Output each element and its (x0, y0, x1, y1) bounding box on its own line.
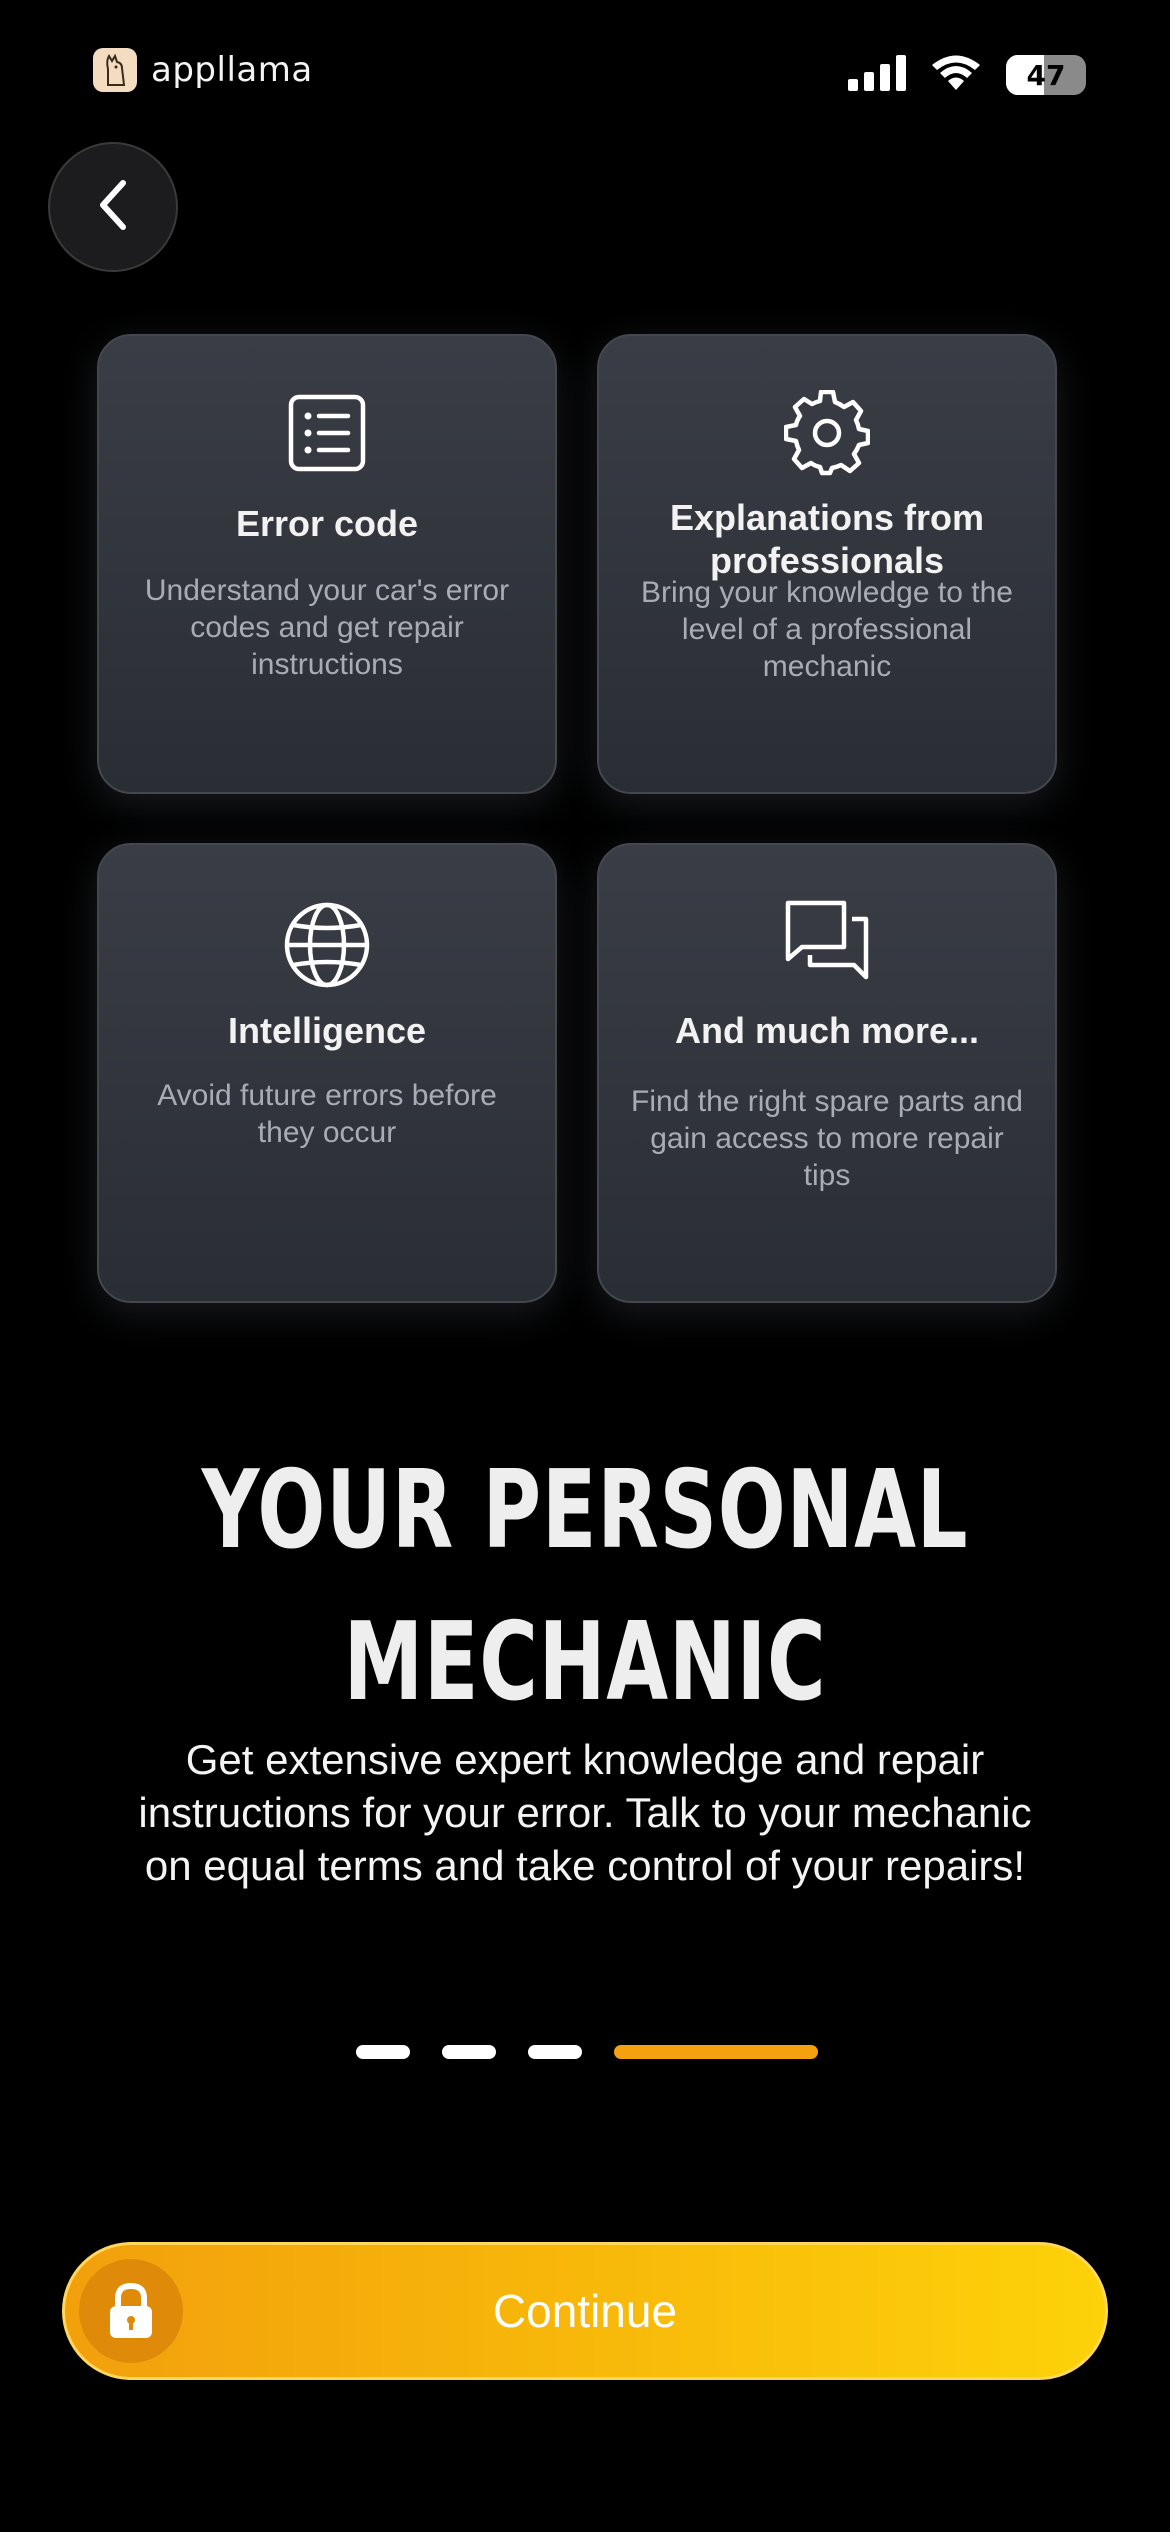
llama-logo-icon (93, 48, 137, 92)
feature-card-error-code: Error code Understand your car's error c… (97, 334, 557, 794)
globe-icon (99, 901, 555, 988)
battery-level: 47 (1026, 58, 1066, 92)
lock-icon (79, 2259, 183, 2363)
feature-card-intelligence: Intelligence Avoid future errors before … (97, 843, 557, 1303)
continue-button[interactable]: Continue (62, 2242, 1108, 2380)
page-subtitle: Get extensive expert knowledge and repai… (138, 1736, 1032, 1889)
feature-title: Explanations from professionals (669, 497, 985, 581)
page-dot (442, 2045, 496, 2059)
continue-button-label: Continue (492, 2285, 678, 2337)
chevron-left-icon (93, 177, 133, 238)
feature-title: And much more... (674, 1010, 980, 1051)
page-dot (528, 2045, 582, 2059)
feature-title: Error code (235, 503, 419, 544)
page-title: YOUR PERSONAL MECHANIC (152, 1435, 1018, 1739)
chat-icon (599, 899, 1055, 985)
back-button[interactable] (48, 142, 178, 272)
feature-description: Find the right spare parts and gain acce… (631, 1085, 1023, 1192)
page-title-line-2: MECHANIC (343, 1600, 827, 1725)
brand: appllama (93, 46, 313, 94)
brand-name: appllama (151, 50, 313, 90)
page-dot (356, 2045, 410, 2059)
signal-icon (848, 54, 906, 96)
feature-card-more: And much more... Find the right spare pa… (597, 843, 1057, 1303)
feature-description: Bring your knowledge to the level of a p… (641, 576, 1013, 683)
page-title-line-1: YOUR PERSONAL (201, 1448, 969, 1573)
page-indicator (356, 2045, 818, 2061)
onboarding-screen: appllama 47 Error code Understand your c… (0, 0, 1170, 2532)
wifi-icon (930, 54, 982, 97)
feature-description: Understand your car's error codes and ge… (144, 574, 510, 681)
page-dot-active (614, 2045, 818, 2059)
gear-icon (599, 390, 1055, 476)
feature-card-explanations: Explanations from professionals Bring yo… (597, 334, 1057, 794)
battery-icon: 47 (1006, 55, 1086, 95)
feature-description: Avoid future errors before they occur (157, 1079, 497, 1149)
status-bar: 47 (848, 52, 1086, 98)
list-icon (99, 394, 555, 480)
feature-title: Intelligence (227, 1010, 427, 1051)
